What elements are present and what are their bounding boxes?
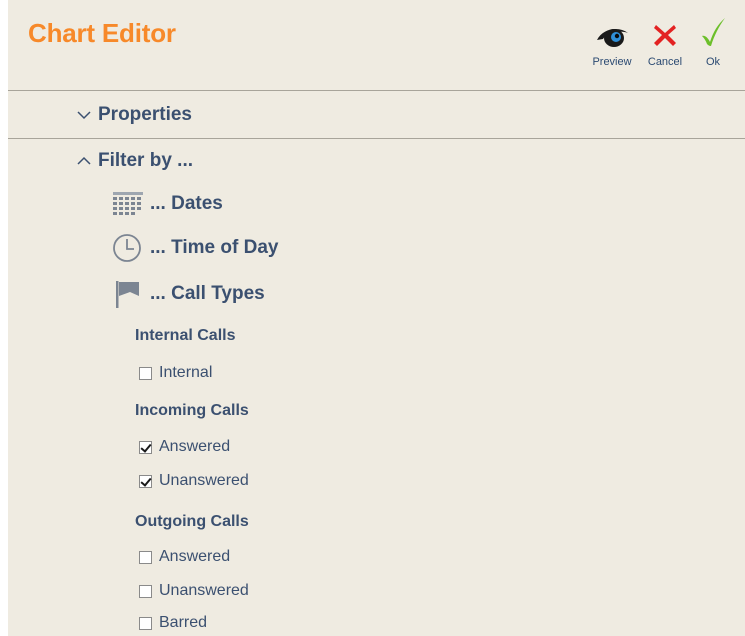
option-label: Unanswered: [159, 582, 249, 599]
filter-dates[interactable]: ... Dates: [112, 188, 223, 220]
calendar-icon: [113, 192, 143, 215]
option-incoming-unanswered[interactable]: Unanswered: [139, 472, 249, 490]
option-internal[interactable]: Internal: [139, 364, 212, 382]
flag-icon: [116, 281, 139, 308]
option-outgoing-answered[interactable]: Answered: [139, 548, 230, 566]
cancel-button[interactable]: Cancel: [640, 14, 690, 68]
chevron-up-icon: [77, 156, 91, 165]
checkmark-icon: [702, 18, 725, 46]
chevron-down-icon: [77, 111, 91, 120]
editor-header: Chart Editor Preview Cancel Ok: [8, 0, 745, 91]
option-label: Answered: [159, 548, 231, 565]
group-label-internal: Internal Calls: [135, 327, 236, 344]
ok-label: Ok: [705, 56, 721, 68]
option-label: Answered: [159, 438, 231, 455]
close-icon: [654, 25, 676, 46]
preview-button[interactable]: Preview: [586, 14, 638, 68]
option-outgoing-barred[interactable]: Barred: [139, 614, 207, 632]
group-label-outgoing: Outgoing Calls: [135, 513, 249, 530]
ok-button[interactable]: Ok: [698, 14, 728, 68]
option-label: Internal: [159, 364, 213, 381]
checkbox[interactable]: [139, 550, 152, 564]
checkbox[interactable]: [139, 474, 152, 488]
section-divider: [8, 138, 745, 139]
filter-dates-label: ... Dates: [150, 193, 223, 214]
clock-icon: [113, 234, 141, 262]
filter-call-types[interactable]: ... Call Types: [112, 278, 265, 310]
properties-label: Properties: [98, 104, 192, 125]
option-incoming-answered[interactable]: Answered: [139, 438, 230, 456]
checkbox[interactable]: [139, 584, 152, 598]
cancel-label: Cancel: [647, 56, 683, 68]
eye-icon: [597, 28, 628, 47]
filter-section-toggle[interactable]: Filter by ...: [76, 150, 193, 172]
properties-section-toggle[interactable]: Properties: [76, 104, 192, 126]
filter-call-types-label: ... Call Types: [150, 283, 265, 304]
option-label: Barred: [159, 614, 208, 631]
option-label: Unanswered: [159, 472, 249, 489]
filter-time-of-day[interactable]: ... Time of Day: [112, 232, 278, 264]
page-title: Chart Editor: [28, 18, 176, 48]
checkbox[interactable]: [139, 366, 152, 380]
group-label-incoming: Incoming Calls: [135, 402, 249, 419]
option-outgoing-unanswered[interactable]: Unanswered: [139, 582, 249, 600]
checkbox[interactable]: [139, 616, 152, 630]
filter-time-label: ... Time of Day: [150, 237, 279, 258]
chart-editor-panel: Chart Editor Preview Cancel Ok Propertie…: [8, 0, 745, 636]
filter-label: Filter by ...: [98, 150, 194, 171]
preview-label: Preview: [592, 56, 632, 68]
checkbox[interactable]: [139, 440, 152, 454]
